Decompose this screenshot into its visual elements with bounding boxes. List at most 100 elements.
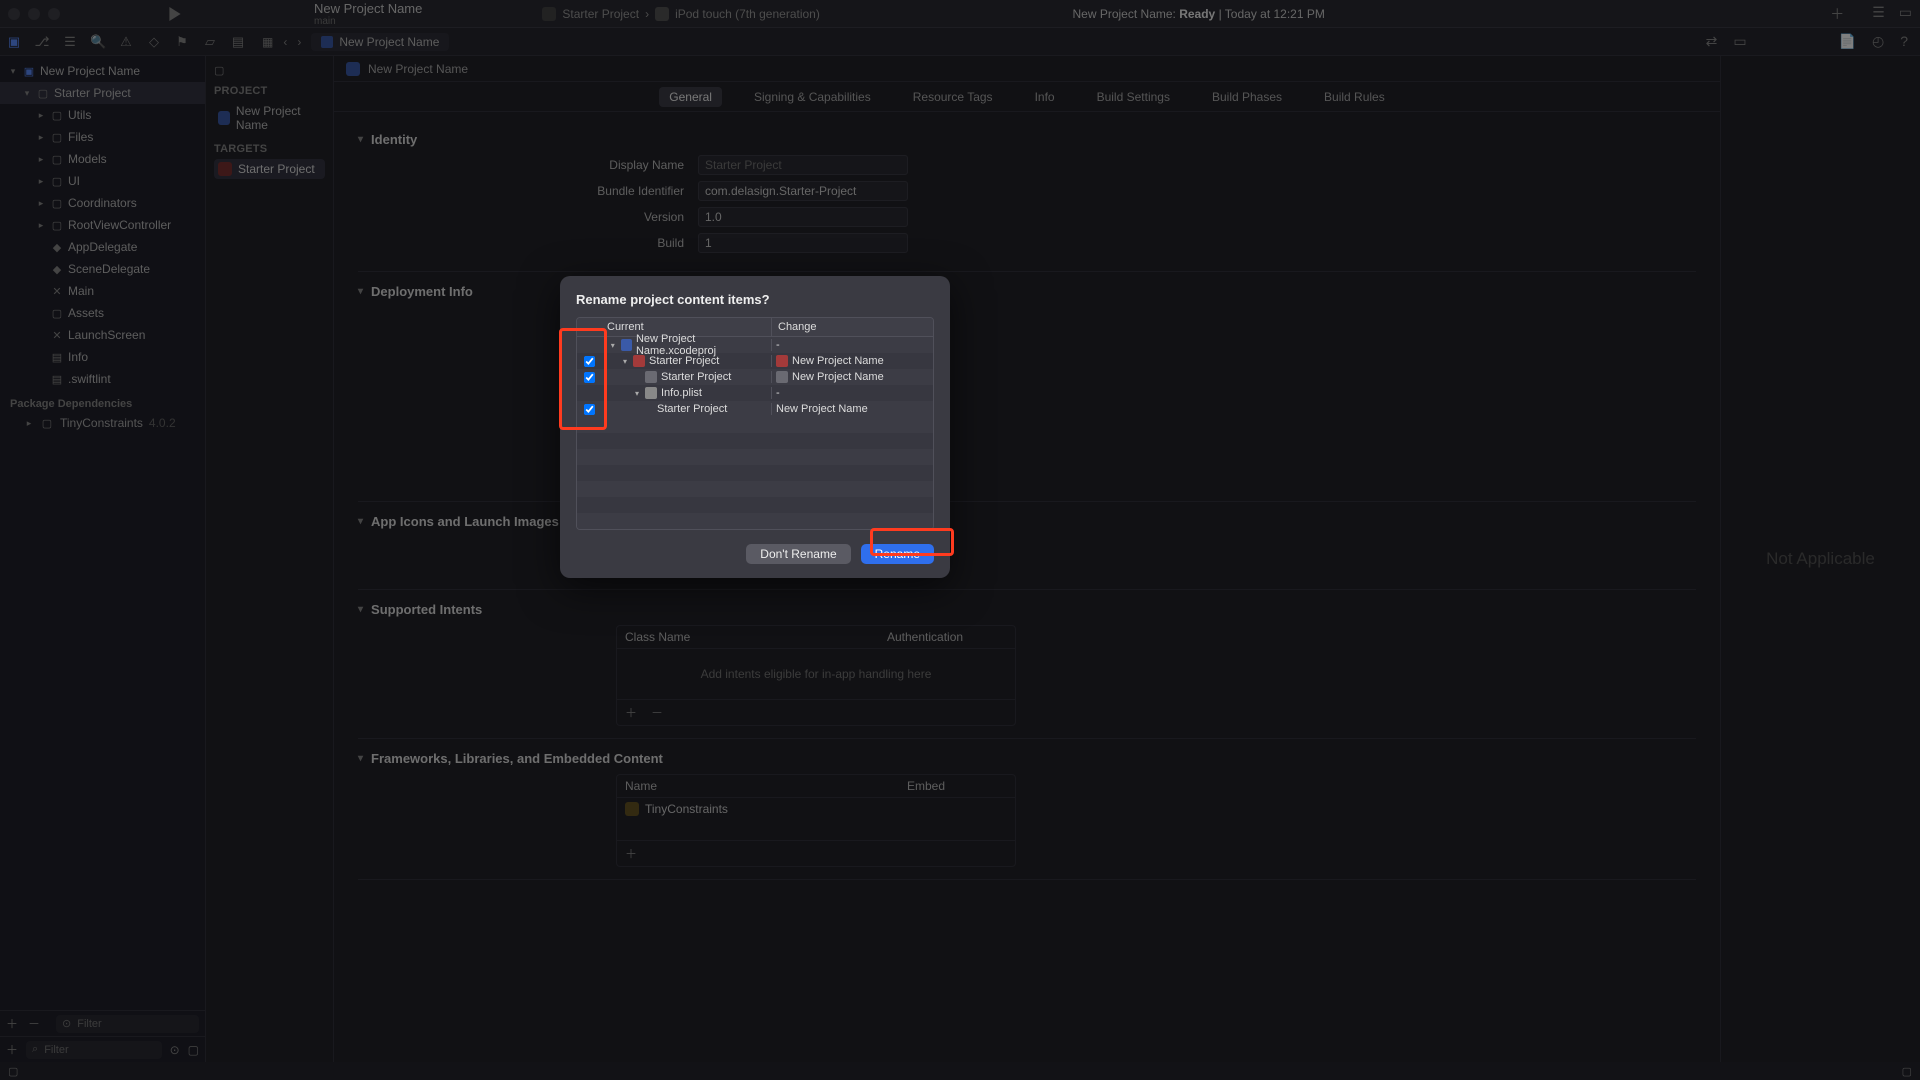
chevron-down-icon[interactable]: ▾	[358, 516, 363, 527]
bottom-right-icon[interactable]: ▢	[1902, 1065, 1912, 1078]
project-icon	[346, 62, 360, 76]
inspector-file-icon[interactable]: 📄	[1839, 33, 1856, 50]
chevron-down-icon[interactable]: ▾	[358, 753, 363, 764]
assets-icon: ▢	[50, 306, 64, 320]
debug-area-icon[interactable]: ▢	[8, 1065, 18, 1078]
breadcrumb[interactable]: New Project Name	[334, 56, 1720, 82]
rename-row[interactable]: ▾Starter ProjectNew Project Name	[577, 353, 933, 369]
tab-build-settings[interactable]: Build Settings	[1087, 87, 1180, 107]
chevron-down-icon[interactable]: ▾	[621, 357, 629, 366]
recent-icon[interactable]: ▢	[188, 1043, 199, 1057]
folder-nav-icon[interactable]: ▣	[6, 34, 22, 50]
editor-options-icon[interactable]: ⇄	[1706, 33, 1718, 50]
rename-row[interactable]: Starter ProjectNew Project Name	[577, 369, 933, 385]
chevron-down-icon[interactable]: ▾	[358, 134, 363, 145]
remove-intent-icon[interactable]: －	[651, 704, 663, 721]
nav-filter-input[interactable]: ⌕ Filter	[26, 1041, 162, 1059]
chevron-down-icon[interactable]: ▾	[609, 341, 617, 350]
display-name-label: Display Name	[358, 158, 698, 172]
editor-grid-icon[interactable]: ▦	[262, 35, 273, 49]
appicons-header: App Icons and Launch Images	[371, 514, 559, 529]
targets-filter-input[interactable]: ⊙ Filter	[56, 1015, 199, 1033]
app-icon	[542, 7, 556, 21]
run-button[interactable]	[168, 6, 184, 22]
target-item[interactable]: Starter Project	[214, 159, 325, 179]
report-nav-icon[interactable]: ▤	[230, 34, 246, 50]
project-item[interactable]: New Project Name	[214, 101, 325, 135]
rename-checkbox[interactable]	[584, 372, 595, 383]
panels-icon[interactable]: ▭	[1899, 4, 1912, 24]
version-input[interactable]	[698, 207, 908, 227]
window-traffic-lights[interactable]	[8, 8, 68, 20]
tab-build-phases[interactable]: Build Phases	[1202, 87, 1292, 107]
nav-folder[interactable]: ▸▢RootViewController	[0, 214, 205, 236]
swift-icon: ◆	[50, 262, 64, 276]
fw-col-name: Name	[625, 779, 907, 793]
rename-button[interactable]: Rename	[861, 544, 934, 564]
tab-project-icon	[321, 36, 333, 48]
display-name-input[interactable]	[698, 155, 908, 175]
add-editor-icon[interactable]: ▭	[1733, 33, 1746, 50]
nav-file[interactable]: ▤Info	[0, 346, 205, 368]
remove-target-icon[interactable]: －	[28, 1015, 40, 1032]
folder-icon: ▢	[50, 174, 64, 188]
nav-file[interactable]: ✕Main	[0, 280, 205, 302]
tab-info[interactable]: Info	[1025, 87, 1065, 107]
tab-general[interactable]: General	[659, 87, 722, 107]
nav-file[interactable]: ◆AppDelegate	[0, 236, 205, 258]
chevron-down-icon[interactable]: ▾	[633, 389, 641, 398]
rename-row[interactable]: Starter ProjectNew Project Name	[577, 401, 933, 417]
test-nav-icon[interactable]: ◇	[146, 34, 162, 50]
bundle-id-input[interactable]	[698, 181, 908, 201]
nav-file[interactable]: ✕LaunchScreen	[0, 324, 205, 346]
tab-signing[interactable]: Signing & Capabilities	[744, 87, 881, 107]
nav-file[interactable]: ▢Assets	[0, 302, 205, 324]
build-input[interactable]	[698, 233, 908, 253]
dependency-row[interactable]: ▸ ▢ TinyConstraints 4.0.2	[0, 414, 205, 432]
nav-forward-icon[interactable]: ›	[297, 35, 301, 49]
plus-icon[interactable]: ＋	[1830, 4, 1844, 24]
chevron-down-icon[interactable]: ▾	[358, 604, 363, 615]
add-framework-icon[interactable]: ＋	[625, 845, 637, 862]
rename-checkbox[interactable]	[584, 356, 595, 367]
rename-row[interactable]: ▾New Project Name.xcodeproj-	[577, 337, 933, 353]
nav-folder[interactable]: ▸▢Utils	[0, 104, 205, 126]
tab-resource-tags[interactable]: Resource Tags	[903, 87, 1003, 107]
nav-target-folder[interactable]: ▾▢Starter Project	[0, 82, 205, 104]
rename-checkbox[interactable]	[584, 404, 595, 415]
add-target-icon[interactable]: ＋	[6, 1015, 18, 1032]
issue-nav-icon[interactable]: ⚠	[118, 34, 134, 50]
nav-folder[interactable]: ▸▢Files	[0, 126, 205, 148]
current-name: Starter Project	[657, 403, 727, 415]
sidebar-toggle-icon[interactable]: ☰	[1872, 4, 1885, 24]
tab-build-rules[interactable]: Build Rules	[1314, 87, 1395, 107]
nav-folder[interactable]: ▸▢UI	[0, 170, 205, 192]
nav-file[interactable]: ◆SceneDelegate	[0, 258, 205, 280]
add-file-icon[interactable]: ＋	[6, 1041, 18, 1058]
nav-folder[interactable]: ▸▢Coordinators	[0, 192, 205, 214]
titlebar: New Project Name main Starter Project › …	[0, 0, 1920, 28]
nav-file[interactable]: ▤.swiftlint	[0, 368, 205, 390]
add-intent-icon[interactable]: ＋	[625, 704, 637, 721]
debug-nav-icon[interactable]: ⚑	[174, 34, 190, 50]
breakpoint-nav-icon[interactable]: ▱	[202, 34, 218, 50]
nav-root[interactable]: ▾▣New Project Name	[0, 60, 205, 82]
rename-row[interactable]: ▾Info.plist-	[577, 385, 933, 401]
targets-disclosure-icon[interactable]: ▢	[214, 64, 325, 77]
modal-title: Rename project content items?	[576, 292, 934, 307]
col-change: Change	[771, 318, 933, 336]
inspector-help-icon[interactable]: ?	[1900, 33, 1908, 50]
framework-row[interactable]: TinyConstraints	[617, 798, 1015, 820]
editor-tab[interactable]: New Project Name	[311, 33, 449, 51]
nav-back-icon[interactable]: ‹	[283, 35, 287, 49]
source-control-nav-icon[interactable]: ⎇	[34, 34, 50, 50]
scope-icon[interactable]: ⊙	[170, 1043, 180, 1057]
scheme-selector[interactable]: Starter Project › iPod touch (7th genera…	[542, 7, 819, 21]
symbols-nav-icon[interactable]: ☰	[62, 34, 78, 50]
dont-rename-button[interactable]: Don't Rename	[746, 544, 850, 564]
inspector-history-icon[interactable]: ◴	[1872, 33, 1884, 50]
find-nav-icon[interactable]: 🔍	[90, 34, 106, 50]
nav-folder[interactable]: ▸▢Models	[0, 148, 205, 170]
bottom-bar: ▢ ▢	[0, 1062, 1920, 1080]
chevron-down-icon[interactable]: ▾	[358, 286, 363, 297]
